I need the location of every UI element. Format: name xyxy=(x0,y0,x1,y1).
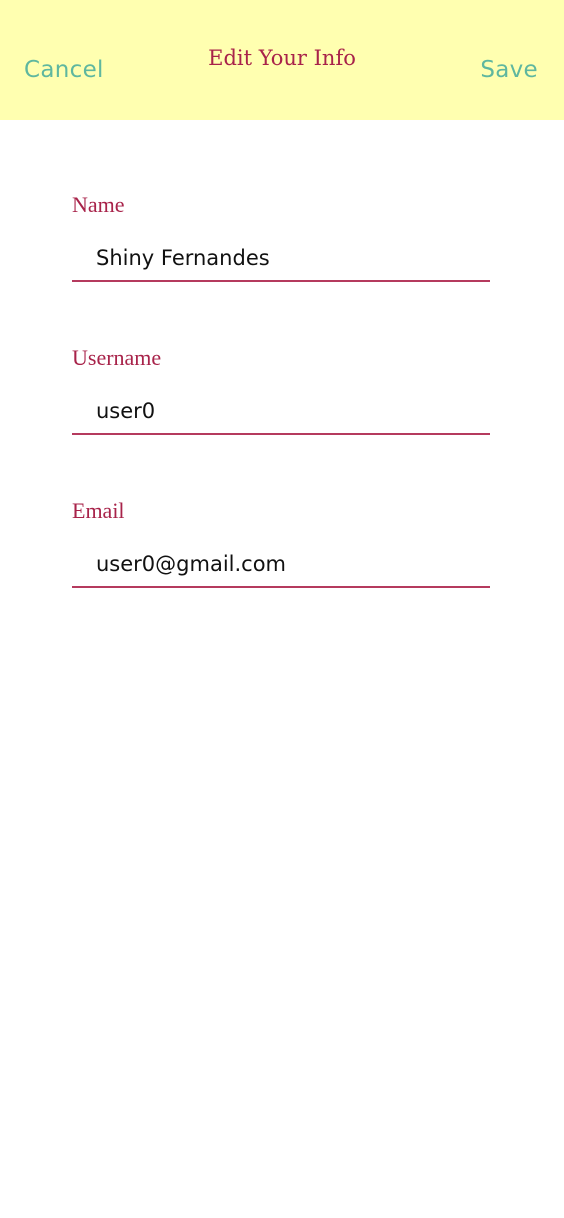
header-bar: Cancel Edit Your Info Save xyxy=(0,0,564,120)
name-field-group: Name xyxy=(72,192,490,282)
save-button[interactable]: Save xyxy=(480,57,538,83)
username-label: Username xyxy=(72,345,162,370)
name-label: Name xyxy=(72,192,125,217)
username-field-group: Username xyxy=(72,345,490,435)
email-field-group: Email xyxy=(72,498,490,588)
username-input[interactable] xyxy=(72,399,490,435)
email-label: Email xyxy=(72,498,125,523)
email-input[interactable] xyxy=(72,552,490,588)
name-input[interactable] xyxy=(72,246,490,282)
